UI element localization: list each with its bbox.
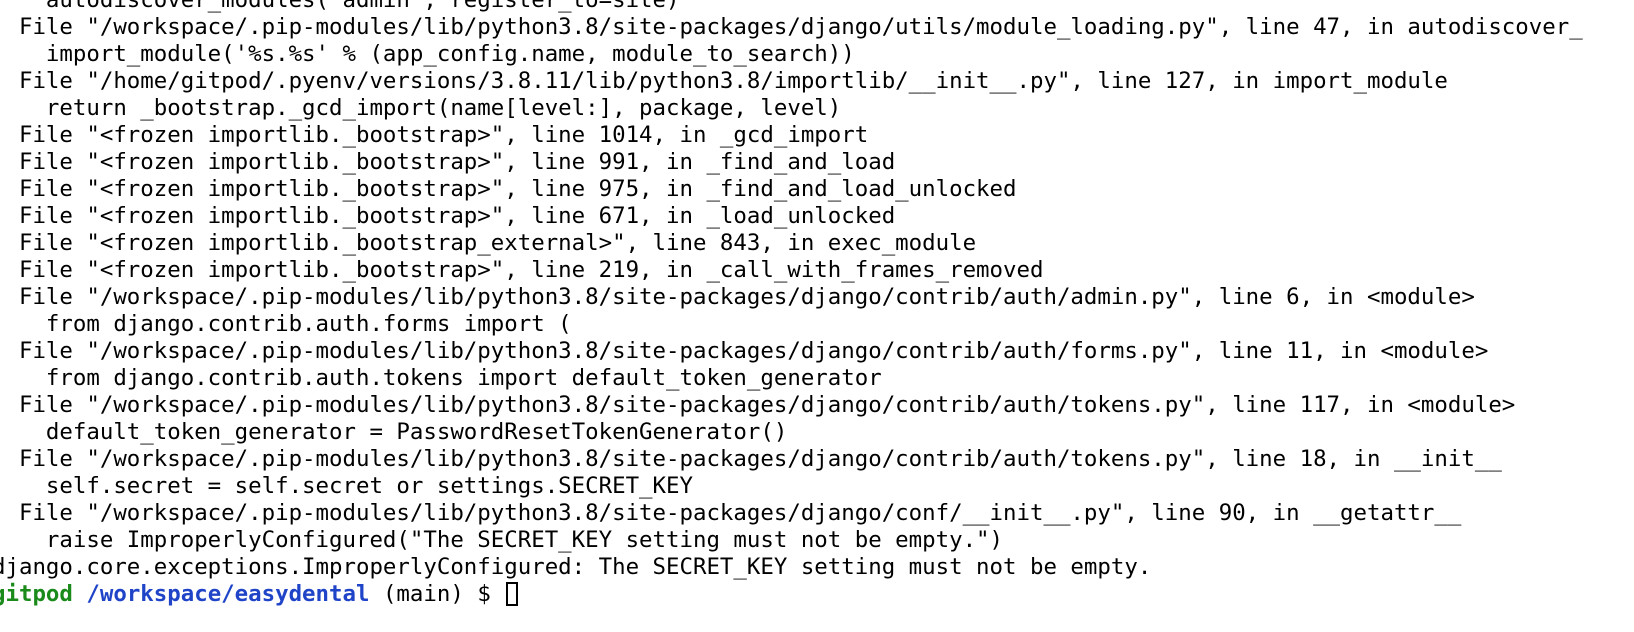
terminal-output-line: return _bootstrap._gcd_import(name[level… xyxy=(0,95,842,121)
terminal-output-line: File "/workspace/.pip-modules/lib/python… xyxy=(0,446,1502,472)
prompt-path: /workspace/easydental xyxy=(86,581,370,607)
terminal-output-line: raise ImproperlyConfigured("The SECRET_K… xyxy=(0,527,1004,553)
terminal-output-line: default_token_generator = PasswordResetT… xyxy=(0,419,788,445)
terminal-output-line: from django.contrib.auth.forms import ( xyxy=(0,311,572,337)
terminal-output-line: self.secret = self.secret or settings.SE… xyxy=(0,473,693,499)
text-cursor[interactable] xyxy=(506,582,519,606)
prompt-user: gitpod xyxy=(0,581,73,607)
terminal-output-line: File "<frozen importlib._bootstrap_exter… xyxy=(0,230,977,256)
terminal-output-line: File "/workspace/.pip-modules/lib/python… xyxy=(0,392,1516,418)
terminal-output-line: from django.contrib.auth.tokens import d… xyxy=(0,365,882,391)
terminal-output-line: autodiscover_modules('admin', register_t… xyxy=(0,0,680,13)
shell-prompt-line[interactable]: gitpod /workspace/easydental (main) $ xyxy=(0,581,1583,608)
terminal-window[interactable]: autodiscover_modules('admin', register_t… xyxy=(0,0,1634,632)
terminal-output-line: django.core.exceptions.ImproperlyConfigu… xyxy=(0,554,1152,580)
terminal-output-line: File "/workspace/.pip-modules/lib/python… xyxy=(0,338,1489,364)
terminal-output-line: File "<frozen importlib._bootstrap>", li… xyxy=(0,203,896,229)
terminal-output-line: File "/workspace/.pip-modules/lib/python… xyxy=(0,500,1462,526)
prompt-symbol: $ xyxy=(477,581,491,607)
terminal-output-line: File "<frozen importlib._bootstrap>", li… xyxy=(0,122,869,148)
terminal-output-line: File "<frozen importlib._bootstrap>", li… xyxy=(0,176,1017,202)
prompt-git-branch: (main) xyxy=(382,581,464,607)
terminal-output-line: File "/home/gitpod/.pyenv/versions/3.8.1… xyxy=(0,68,1448,94)
terminal-output-line: import_module('%s.%s' % (app_config.name… xyxy=(0,41,855,67)
terminal-output: autodiscover_modules('admin', register_t… xyxy=(0,0,1583,608)
terminal-output-line: File "<frozen importlib._bootstrap>", li… xyxy=(0,257,1044,283)
terminal-output-line: File "/workspace/.pip-modules/lib/python… xyxy=(0,14,1583,40)
terminal-output-line: File "<frozen importlib._bootstrap>", li… xyxy=(0,149,896,175)
terminal-output-line: File "/workspace/.pip-modules/lib/python… xyxy=(0,284,1475,310)
